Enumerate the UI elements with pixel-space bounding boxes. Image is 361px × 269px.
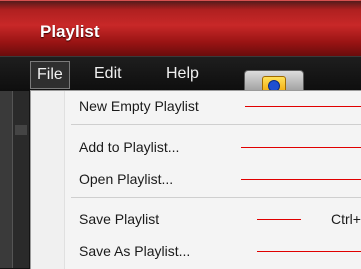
window-title: Playlist: [40, 22, 100, 41]
menu-separator: [71, 124, 361, 125]
menu-item-new-empty-playlist[interactable]: New Empty Playlist: [79, 95, 199, 117]
left-panel-scrollbar[interactable]: [13, 91, 29, 268]
window-titlebar: Playlist: [0, 0, 361, 56]
menu-edit[interactable]: Edit: [88, 61, 128, 87]
left-panel-edge: [0, 91, 13, 268]
menu-item-open-playlist[interactable]: Open Playlist...: [79, 168, 173, 190]
menu-help[interactable]: Help: [160, 61, 205, 87]
menu-separator: [71, 197, 361, 198]
menu-item-save-as-playlist[interactable]: Save As Playlist...: [79, 240, 190, 262]
annotation-line: [257, 251, 361, 252]
annotation-line: [241, 147, 361, 148]
annotation-line: [245, 106, 361, 107]
annotation-line: [241, 179, 361, 180]
menu-shortcut-save: Ctrl+S: [331, 211, 361, 227]
menu-bar: File Edit Help: [0, 56, 361, 91]
scrollbar-thumb[interactable]: [15, 125, 27, 135]
annotation-line: [257, 219, 301, 220]
menu-item-save-playlist[interactable]: Save Playlist: [79, 208, 159, 230]
menu-item-add-to-playlist[interactable]: Add to Playlist...: [79, 136, 179, 158]
file-dropdown-menu: New Empty Playlist Add to Playlist... Op…: [30, 90, 361, 269]
menu-file[interactable]: File: [30, 61, 70, 89]
menu-icon-gutter: [31, 91, 65, 269]
